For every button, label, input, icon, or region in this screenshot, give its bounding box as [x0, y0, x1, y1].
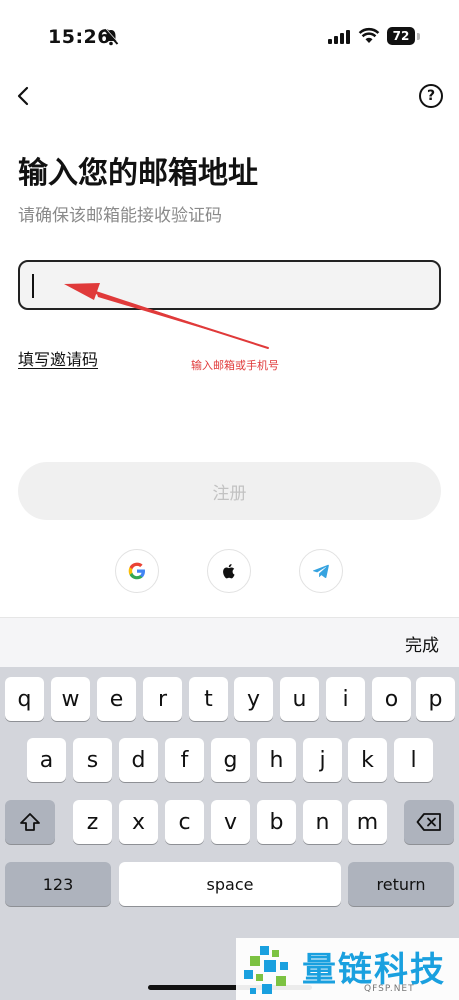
page-subtitle: 请确保该邮箱能接收验证码 — [18, 206, 222, 226]
key-y[interactable]: y — [234, 677, 273, 721]
invite-code-link[interactable]: 填写邀请码 — [18, 346, 98, 370]
help-icon[interactable]: ? — [419, 84, 443, 108]
numbers-key[interactable]: 123 — [5, 862, 111, 906]
battery-tip — [417, 33, 420, 40]
return-key[interactable]: return — [348, 862, 454, 906]
key-j[interactable]: j — [303, 738, 342, 782]
backspace-icon — [416, 813, 441, 831]
text-cursor — [32, 274, 34, 298]
key-d[interactable]: d — [119, 738, 158, 782]
battery-level: 72 — [392, 29, 410, 43]
telegram-login-button[interactable] — [299, 549, 343, 593]
delete-key[interactable] — [404, 800, 454, 844]
google-login-button[interactable] — [115, 549, 159, 593]
key-w[interactable]: w — [51, 677, 90, 721]
key-a[interactable]: a — [27, 738, 66, 782]
email-input[interactable] — [18, 260, 441, 310]
annotation-label: 输入邮箱或手机号 — [191, 359, 279, 372]
key-u[interactable]: u — [280, 677, 319, 721]
key-i[interactable]: i — [326, 677, 365, 721]
register-button[interactable]: 注册 — [18, 462, 441, 520]
key-l[interactable]: l — [394, 738, 433, 782]
key-t[interactable]: t — [189, 677, 228, 721]
key-s[interactable]: s — [73, 738, 112, 782]
watermark-subtitle: QFSP.NET — [364, 984, 415, 994]
key-r[interactable]: r — [143, 677, 182, 721]
cellular-signal-icon — [328, 30, 350, 44]
apple-login-button[interactable] — [207, 549, 251, 593]
key-c[interactable]: c — [165, 800, 204, 844]
bell-muted-icon — [103, 28, 119, 46]
key-m[interactable]: m — [348, 800, 387, 844]
key-z[interactable]: z — [73, 800, 112, 844]
apple-icon — [223, 564, 235, 579]
key-n[interactable]: n — [303, 800, 342, 844]
key-x[interactable]: x — [119, 800, 158, 844]
battery-icon: 72 — [387, 27, 415, 45]
telegram-icon — [312, 564, 329, 578]
key-f[interactable]: f — [165, 738, 204, 782]
key-o[interactable]: o — [372, 677, 411, 721]
key-p[interactable]: p — [416, 677, 455, 721]
key-h[interactable]: h — [257, 738, 296, 782]
back-chevron-icon[interactable] — [12, 82, 38, 110]
key-k[interactable]: k — [348, 738, 387, 782]
key-e[interactable]: e — [97, 677, 136, 721]
status-bar: 15:26 72 — [0, 0, 459, 72]
space-key[interactable]: space — [119, 862, 341, 906]
shift-key[interactable] — [5, 800, 55, 844]
status-time: 15:26 — [48, 26, 111, 48]
google-icon — [128, 562, 145, 580]
keyboard-accessory-bar: 完成 — [0, 617, 459, 667]
key-b[interactable]: b — [257, 800, 296, 844]
done-button[interactable]: 完成 — [405, 631, 439, 656]
key-v[interactable]: v — [211, 800, 250, 844]
shift-arrow-icon — [20, 813, 40, 831]
watermark-logo-icon — [244, 946, 288, 994]
page-title: 输入您的邮箱地址 — [18, 156, 258, 191]
wifi-icon — [358, 27, 380, 43]
watermark: 量链科技 QFSP.NET — [236, 938, 459, 1000]
key-q[interactable]: q — [5, 677, 44, 721]
key-g[interactable]: g — [211, 738, 250, 782]
